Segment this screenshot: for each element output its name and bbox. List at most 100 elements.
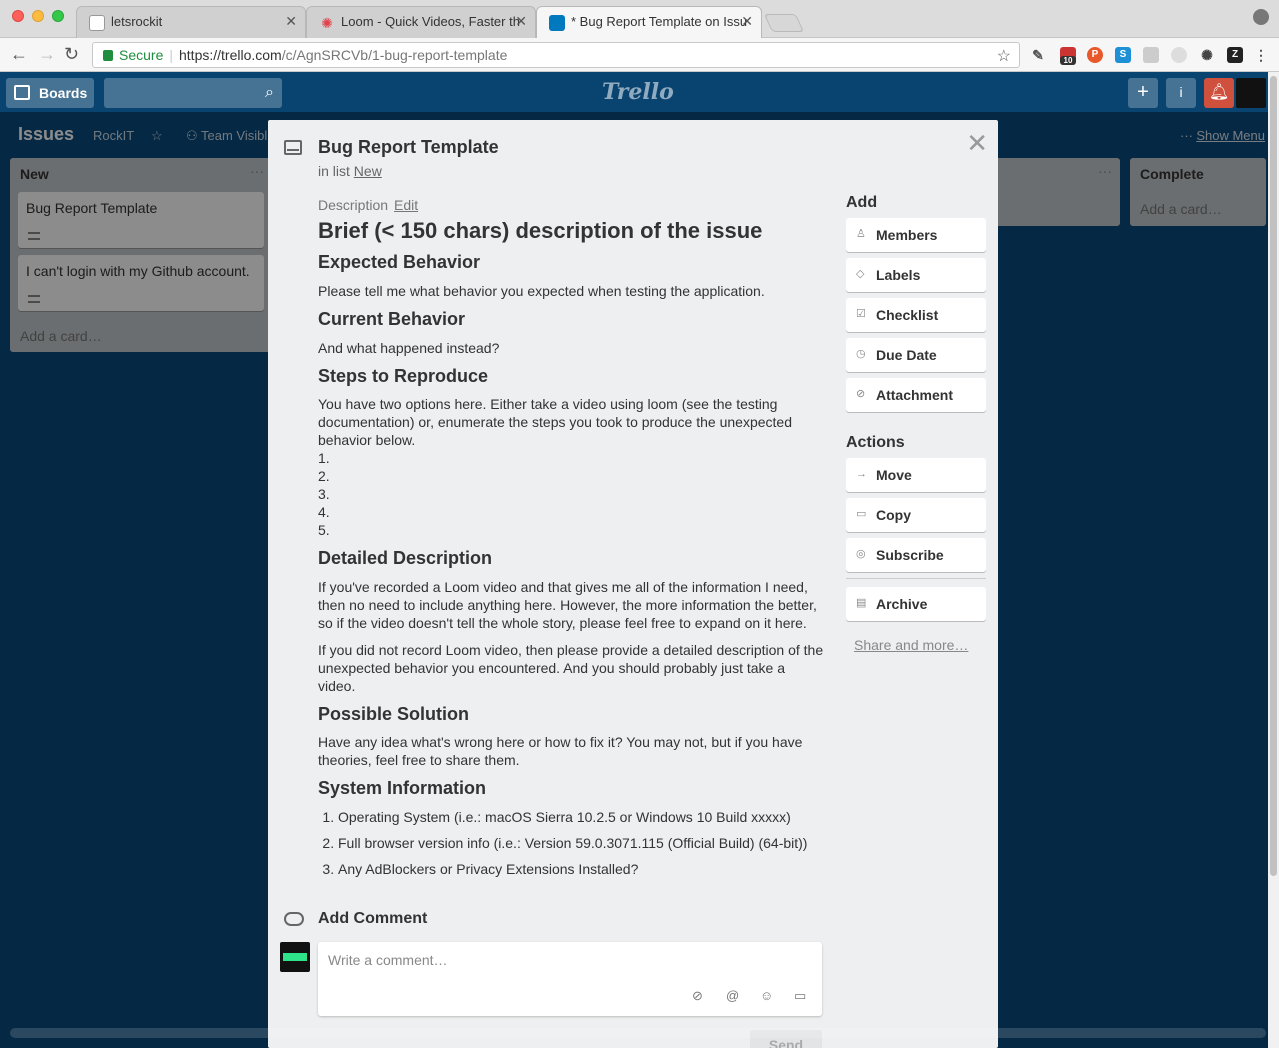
forward-icon[interactable]: →	[38, 44, 56, 65]
tag-icon: ◇	[856, 268, 865, 280]
browser-toolbar: ← → ↻ Secure | https://trello.com/c/AgnSRC…	[0, 38, 1279, 72]
producthunt-icon[interactable]: P	[1087, 47, 1103, 63]
attach-icon[interactable]: ⊘	[692, 988, 703, 1004]
steps-list: 1. 2. 3. 4. 5.	[318, 449, 824, 539]
detailed-text: If you've recorded a Loom video and that…	[318, 578, 817, 631]
attachment-button[interactable]: ⊘ Attachment	[846, 378, 986, 412]
minimize-window-button[interactable]	[32, 10, 44, 22]
subscribe-button[interactable]: ◎ Subscribe	[846, 538, 986, 572]
share-and-more-link[interactable]: Share and more…	[854, 637, 986, 653]
description-body[interactable]: Brief (< 150 chars) description of the i…	[318, 218, 824, 882]
notifications-button[interactable]: 🔔︎	[1204, 78, 1234, 108]
page-icon	[89, 15, 105, 31]
loom-icon: ✺	[321, 15, 333, 31]
move-button[interactable]: → Move	[846, 458, 986, 492]
close-icon[interactable]: ✕	[966, 128, 988, 159]
extension-grey-icon[interactable]	[1143, 47, 1159, 63]
zendesk-icon[interactable]: Z	[1227, 47, 1243, 63]
comment-input[interactable]	[328, 952, 808, 968]
button-label: Attachment	[876, 387, 954, 403]
tab-close-icon[interactable]: ✕	[741, 13, 753, 30]
scrollbar-thumb[interactable]	[1270, 76, 1277, 876]
mention-icon[interactable]: @	[726, 988, 739, 1003]
browser-tab-letsrockit[interactable]: letsrockit ✕	[76, 6, 306, 38]
boards-icon	[14, 85, 30, 100]
card-sidebar: Add ♙ Members ◇ Labels ☑ Checklist ◷ Due Dat…	[846, 192, 986, 653]
button-label: Move	[876, 467, 912, 483]
back-icon[interactable]: ←	[10, 44, 28, 65]
address-bar[interactable]: Secure | https://trello.com/c/AgnSRCVb/1-b…	[92, 42, 1020, 68]
copy-button[interactable]: ▭ Copy	[846, 498, 986, 532]
detailed-text: If you did not record Loom video, then p…	[318, 641, 824, 694]
board-search-input[interactable]: ⌕	[104, 78, 282, 108]
labels-button[interactable]: ◇ Labels	[846, 258, 986, 292]
due-date-button[interactable]: ◷ Due Date	[846, 338, 986, 372]
button-label: Subscribe	[876, 547, 944, 563]
skype-s-icon[interactable]: S	[1115, 47, 1131, 63]
new-tab-button[interactable]	[763, 14, 805, 32]
checkbox-icon: ☑	[856, 308, 866, 320]
avatar[interactable]	[280, 942, 310, 972]
list-item: 3.	[318, 486, 330, 503]
current-text: And what happened instead?	[318, 339, 500, 356]
eye-icon: ◎	[856, 548, 866, 560]
reload-icon[interactable]: ↻	[64, 44, 79, 65]
paperclip-icon: ⊘	[856, 388, 866, 400]
chrome-menu-icon[interactable]: ⋮	[1253, 47, 1269, 63]
solution-text: Have any idea what's wrong here or how t…	[318, 734, 803, 769]
tab-close-icon[interactable]: ✕	[515, 13, 527, 30]
boards-button[interactable]: Boards	[6, 78, 94, 108]
browser-tab-bar: letsrockit ✕ ✺ Loom - Quick Videos, Fast…	[0, 0, 1279, 39]
extension-circle-icon[interactable]	[1171, 47, 1187, 63]
archive-box-icon: ▤	[856, 597, 867, 609]
solution-heading: Possible Solution	[318, 703, 470, 724]
add-button[interactable]: +	[1128, 78, 1158, 108]
browser-tab-loom[interactable]: ✺ Loom - Quick Videos, Faster th ✕	[306, 6, 536, 38]
tab-title: * Bug Report Template on Issu	[571, 14, 748, 29]
list-item: Full browser version info (i.e.: Version…	[338, 830, 824, 856]
logo-text: Trello	[602, 79, 674, 105]
sysinfo-list: Operating System (i.e.: macOS Sierra 10.…	[318, 804, 824, 882]
browser-tab-trello[interactable]: * Bug Report Template on Issu ✕	[536, 6, 762, 39]
trello-icon	[549, 15, 565, 31]
members-button[interactable]: ♙ Members	[846, 218, 986, 252]
lock-icon	[103, 50, 113, 61]
button-label: Members	[876, 227, 938, 243]
loom-extension-icon[interactable]: ✺	[1199, 47, 1215, 63]
button-label: Due Date	[876, 347, 937, 363]
actions-heading: Actions	[846, 434, 905, 451]
list-item: Any AdBlockers or Privacy Extensions Ins…	[338, 856, 824, 882]
close-window-button[interactable]	[12, 10, 24, 22]
sysinfo-heading: System Information	[318, 778, 487, 799]
list-item: 5.	[318, 522, 330, 539]
horizontal-scrollbar[interactable]	[10, 1028, 1266, 1038]
button-label: Checklist	[876, 307, 939, 323]
maximize-window-button[interactable]	[52, 10, 64, 22]
bookmark-star-icon[interactable]: ☆	[997, 46, 1011, 66]
tab-title: Loom - Quick Videos, Faster th	[341, 14, 520, 29]
avatar[interactable]	[1236, 78, 1266, 108]
add-comment-heading: Add Comment	[318, 910, 428, 927]
url-path: /c/AgnSRCVb/1-bug-report-template	[281, 47, 508, 63]
extension-pen-icon[interactable]: ✎	[1030, 47, 1046, 63]
list-item: 2.	[318, 468, 330, 485]
add-card-icon[interactable]: ▭	[794, 988, 806, 1004]
profile-icon[interactable]	[1253, 9, 1269, 25]
tab-close-icon[interactable]: ✕	[285, 13, 297, 30]
current-heading: Current Behavior	[318, 308, 466, 329]
archive-button[interactable]: ▤ Archive	[846, 587, 986, 621]
divider: |	[169, 47, 173, 63]
checklist-button[interactable]: ☑ Checklist	[846, 298, 986, 332]
person-icon: ♙	[856, 228, 866, 240]
divider	[846, 578, 986, 579]
trello-logo[interactable]: Trello	[602, 79, 674, 105]
list-name-link[interactable]: New	[354, 163, 382, 179]
vertical-scrollbar[interactable]	[1268, 72, 1279, 1048]
edit-description-link[interactable]: Edit	[394, 197, 418, 213]
button-label: Archive	[876, 596, 928, 612]
clock-icon: ◷	[856, 348, 866, 360]
info-button[interactable]: i	[1166, 78, 1196, 108]
card-title[interactable]: Bug Report Template	[318, 137, 499, 158]
expected-heading: Expected Behavior	[318, 252, 481, 273]
emoji-icon[interactable]: ☺	[760, 988, 773, 1003]
